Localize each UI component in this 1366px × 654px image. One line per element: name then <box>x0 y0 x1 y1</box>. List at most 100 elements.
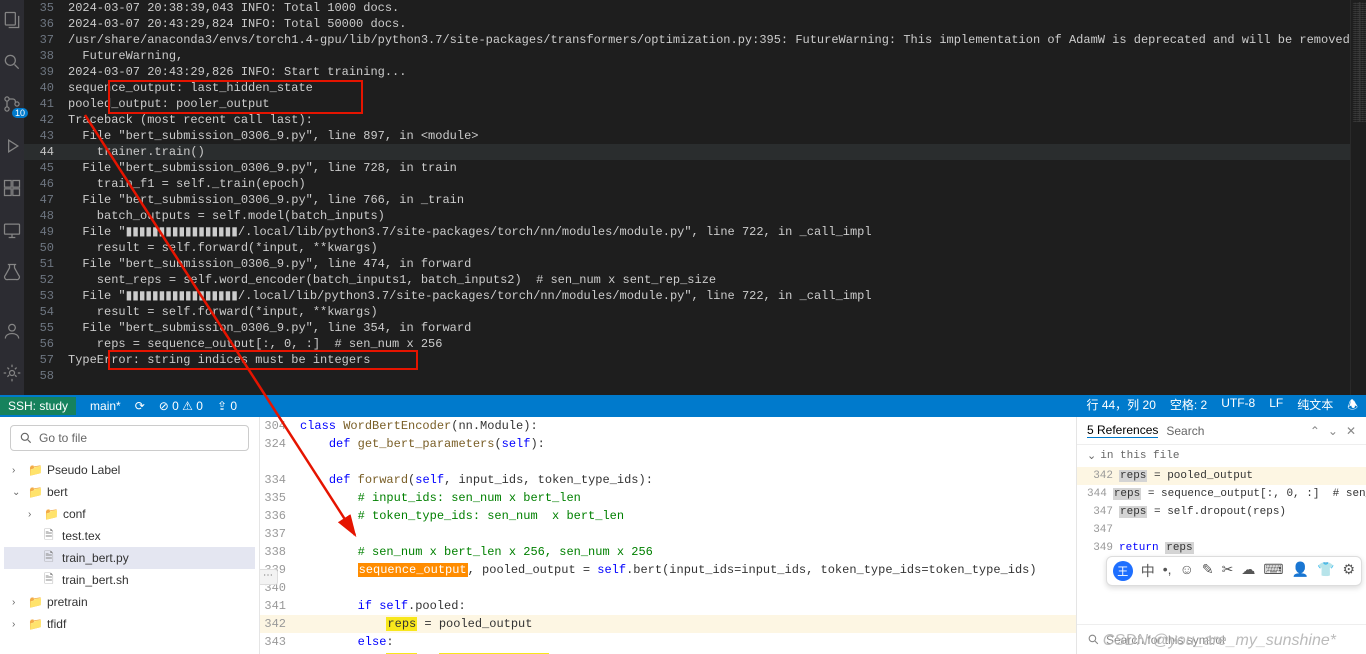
reference-item[interactable]: 342reps = pooled_output <box>1077 467 1366 485</box>
expand-icon[interactable]: ⌄ <box>1328 424 1338 438</box>
floating-toolbar: 王 中 •, ☺ ✎ ✂ ☁ ⌨ 👤 👕 ⚙ <box>1106 556 1362 586</box>
reference-item[interactable]: 347 <box>1077 521 1366 539</box>
log-line: 37/usr/share/anaconda3/envs/torch1.4-gpu… <box>24 32 1350 48</box>
tool-main-icon[interactable]: 王 <box>1113 561 1133 581</box>
search-icon[interactable] <box>0 50 24 74</box>
files-icon[interactable] <box>0 8 24 32</box>
folder-item[interactable]: ›📁conf <box>4 503 255 525</box>
log-line: 44 trainer.train() <box>24 144 1350 160</box>
reference-item[interactable]: 347reps = self.dropout(reps) <box>1077 503 1366 521</box>
settings-icon[interactable] <box>0 361 24 385</box>
log-editor[interactable]: 352024-03-07 20:38:39,043 INFO: Total 10… <box>24 0 1350 395</box>
folder-item[interactable]: ›📁tfidf <box>4 613 255 635</box>
code-line: 304class WordBertEncoder(nn.Module): <box>260 417 1076 435</box>
git-branch[interactable]: main* <box>90 399 121 413</box>
log-line: 47 File "bert_submission_0306_9.py", lin… <box>24 192 1350 208</box>
tool-icon[interactable]: ⌨ <box>1263 561 1283 581</box>
log-line: 45 File "bert_submission_0306_9.py", lin… <box>24 160 1350 176</box>
language-mode[interactable]: 纯文本 <box>1297 396 1333 417</box>
problems-count[interactable]: ⊘ 0 ⚠ 0 <box>159 399 203 413</box>
log-line: 38 FutureWarning, <box>24 48 1350 64</box>
code-line: 340 <box>260 579 1076 597</box>
indentation[interactable]: 空格: 2 <box>1170 396 1207 417</box>
tool-icon[interactable]: 👕 <box>1317 561 1334 581</box>
minimap[interactable]: ▁▂▁▂▃▁▂▁▂▃▂▁▂▃▂▁▁▂▁▂▃▁▂▁▂▃▂▁▂▃▂▁▁▂▁▂▃▁▂▁… <box>1350 0 1366 395</box>
code-line: 336 # token_type_ids: sen_num x bert_len <box>260 507 1076 525</box>
reference-item[interactable]: 344reps = sequence_output[:, 0, :] # sen… <box>1077 485 1366 503</box>
tool-icon[interactable]: •, <box>1163 561 1172 581</box>
log-line: 392024-03-07 20:43:29,826 INFO: Start tr… <box>24 64 1350 80</box>
remote-icon[interactable] <box>0 218 24 242</box>
search-tab[interactable]: Search <box>1166 424 1204 438</box>
status-bar: SSH: study main* ⟳ ⊘ 0 ⚠ 0 ⇪ 0 行 44，列 20… <box>0 395 1366 417</box>
source-control-icon[interactable]: 10 <box>0 92 24 116</box>
testing-icon[interactable] <box>0 260 24 284</box>
file-item[interactable]: 🗎test.tex <box>4 525 255 547</box>
code-line <box>260 453 1076 471</box>
code-line: 337 <box>260 525 1076 543</box>
log-line: 54 result = self.forward(*input, **kwarg… <box>24 304 1350 320</box>
log-line: 362024-03-07 20:43:29,824 INFO: Total 50… <box>24 16 1350 32</box>
log-line: 46 train_f1 = self._train(epoch) <box>24 176 1350 192</box>
folder-item[interactable]: ›📁pretrain <box>4 591 255 613</box>
log-line: 42Traceback (most recent call last): <box>24 112 1350 128</box>
code-line: 339 sequence_output, pooled_output = sel… <box>260 561 1076 579</box>
search-symbol-input[interactable]: Search for this symbol <box>1077 624 1366 654</box>
log-line: 55 File "bert_submission_0306_9.py", lin… <box>24 320 1350 336</box>
file-item[interactable]: 🗎train_bert.sh <box>4 569 255 591</box>
code-line: 341 if self.pooled: <box>260 597 1076 615</box>
log-line: 352024-03-07 20:38:39,043 INFO: Total 10… <box>24 0 1350 16</box>
code-line: 338 # sen_num x bert_len x 256, sen_num … <box>260 543 1076 561</box>
cursor-position[interactable]: 行 44，列 20 <box>1087 396 1156 417</box>
tool-icon[interactable]: ✎ <box>1202 561 1214 581</box>
notifications-icon[interactable]: 🕭 <box>1347 396 1358 417</box>
log-line: 49 File "▮▮▮▮▮▮▮▮▮▮▮▮▮▮▮▮▮/.local/lib/py… <box>24 224 1350 240</box>
log-line: 41pooled_output: pooler_output <box>24 96 1350 112</box>
go-to-file-input[interactable]: Go to file <box>10 425 249 451</box>
log-line: 50 result = self.forward(*input, **kwarg… <box>24 240 1350 256</box>
search-placeholder: Go to file <box>39 431 87 445</box>
tool-icon[interactable]: ☁ <box>1241 561 1255 581</box>
log-line: 40sequence_output: last_hidden_state <box>24 80 1350 96</box>
log-line: 43 File "bert_submission_0306_9.py", lin… <box>24 128 1350 144</box>
collapse-icon[interactable]: ⌃ <box>1310 424 1320 438</box>
account-icon[interactable] <box>0 319 24 343</box>
activity-bar: 10 <box>0 0 24 395</box>
log-line: 58 <box>24 368 1350 384</box>
log-line: 57TypeError: string indices must be inte… <box>24 352 1350 368</box>
code-line: 343 else: <box>260 633 1076 651</box>
reference-item[interactable]: 349return reps <box>1077 539 1366 557</box>
eol[interactable]: LF <box>1269 396 1283 417</box>
log-line: 48 batch_outputs = self.model(batch_inpu… <box>24 208 1350 224</box>
encoding[interactable]: UTF-8 <box>1221 396 1255 417</box>
code-line: 334 def forward(self, input_ids, token_t… <box>260 471 1076 489</box>
log-line: 52 sent_reps = self.word_encoder(batch_i… <box>24 272 1350 288</box>
tool-icon[interactable]: ☺ <box>1180 561 1194 581</box>
references-tab[interactable]: 5 References <box>1087 423 1158 438</box>
references-panel: 5 References Search ⌃ ⌄ ✕ ⌄in this file … <box>1076 417 1366 654</box>
extensions-icon[interactable] <box>0 176 24 200</box>
file-tree: ›📁Pseudo Label⌄📁bert›📁conf🗎test.tex🗎trai… <box>0 459 259 654</box>
folder-item[interactable]: ›📁Pseudo Label <box>4 459 255 481</box>
debug-icon[interactable] <box>0 134 24 158</box>
close-panel-icon[interactable]: ✕ <box>1346 424 1356 438</box>
tool-icon[interactable]: ✂ <box>1222 561 1234 581</box>
file-item[interactable]: 🗎train_bert.py <box>4 547 255 569</box>
remote-indicator[interactable]: SSH: study <box>0 397 76 415</box>
tool-icon[interactable]: 中 <box>1141 561 1155 581</box>
log-line: 51 File "bert_submission_0306_9.py", lin… <box>24 256 1350 272</box>
code-actions-icon[interactable]: ⋯ <box>260 569 278 585</box>
log-line: 53 File "▮▮▮▮▮▮▮▮▮▮▮▮▮▮▮▮▮/.local/lib/py… <box>24 288 1350 304</box>
tool-icon[interactable]: 👤 <box>1292 561 1309 581</box>
ports-count[interactable]: ⇪ 0 <box>217 399 237 413</box>
code-editor-bottom[interactable]: ⋯ 304class WordBertEncoder(nn.Module):32… <box>260 417 1076 654</box>
ref-group[interactable]: ⌄in this file <box>1077 445 1366 467</box>
log-line: 56 reps = sequence_output[:, 0, :] # sen… <box>24 336 1350 352</box>
tool-icon[interactable]: ⚙ <box>1342 561 1355 581</box>
code-line: 335 # input_ids: sen_num x bert_len <box>260 489 1076 507</box>
sync-icon[interactable]: ⟳ <box>135 399 145 413</box>
chevron-down-icon: ⌄ <box>1087 449 1096 463</box>
file-explorer: Go to file ›📁Pseudo Label⌄📁bert›📁conf🗎te… <box>0 417 260 654</box>
code-line: 324 def get_bert_parameters(self): <box>260 435 1076 453</box>
folder-item[interactable]: ⌄📁bert <box>4 481 255 503</box>
